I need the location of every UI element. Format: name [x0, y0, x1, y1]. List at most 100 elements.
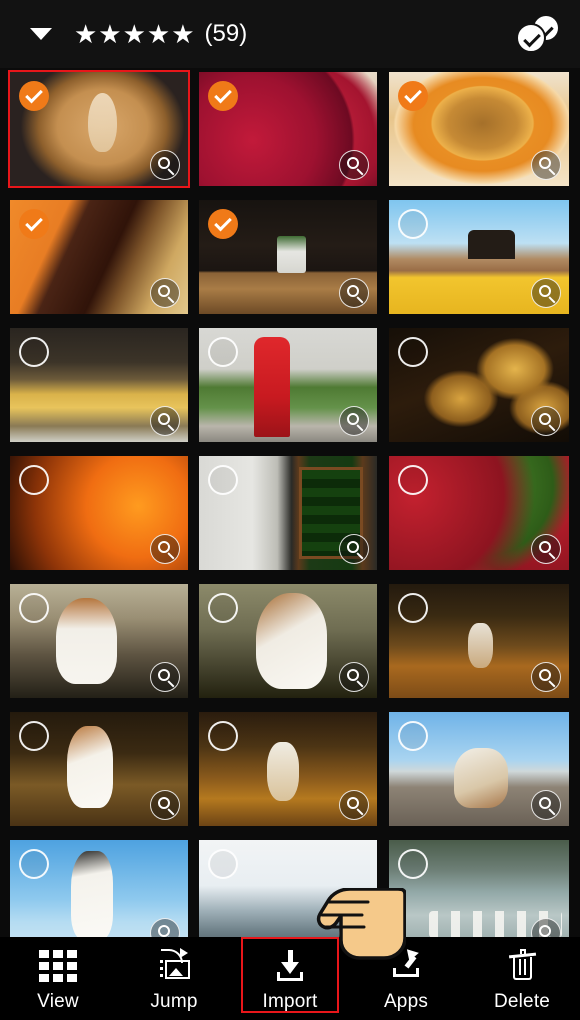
magnifier-icon[interactable]	[531, 406, 561, 436]
photo-tile[interactable]	[389, 456, 569, 570]
chevron-down-icon[interactable]	[30, 28, 52, 40]
photo-tile[interactable]	[10, 200, 188, 314]
magnifier-icon[interactable]	[150, 278, 180, 308]
bottom-toolbar: View Jump Import Apps Delete	[0, 937, 580, 1020]
photo-tile[interactable]	[8, 70, 190, 188]
empty-circle-icon[interactable]	[208, 337, 238, 367]
toolbar-button-apps[interactable]: Apps	[348, 937, 464, 1020]
photo-tile[interactable]	[389, 200, 569, 314]
check-circle-icon[interactable]	[398, 81, 428, 111]
photo-tile[interactable]	[389, 584, 569, 698]
magnifier-icon[interactable]	[339, 662, 369, 692]
photo-tile[interactable]	[389, 72, 569, 186]
magnifier-icon[interactable]	[150, 406, 180, 436]
magnifier-icon[interactable]	[339, 790, 369, 820]
photo-grid[interactable]	[0, 68, 580, 937]
magnifier-handle	[548, 296, 556, 304]
magnifier-icon[interactable]	[339, 150, 369, 180]
magnifier-icon[interactable]	[531, 534, 561, 564]
magnifier-handle	[356, 552, 364, 560]
photo-tile[interactable]	[199, 328, 377, 442]
magnifier-icon[interactable]	[531, 790, 561, 820]
empty-circle-icon[interactable]	[19, 593, 49, 623]
magnifier-icon[interactable]	[150, 790, 180, 820]
toolbar-button-label: Delete	[493, 991, 551, 1012]
star-rating[interactable]: ★★★★★ (59)	[74, 21, 247, 47]
toolbar-button-label: Apps	[383, 991, 429, 1012]
magnifier-handle	[167, 552, 175, 560]
check-circle-icon[interactable]	[208, 81, 238, 111]
empty-circle-icon[interactable]	[19, 721, 49, 751]
magnifier-icon[interactable]	[531, 278, 561, 308]
photo-grid-row	[0, 708, 580, 836]
magnifier-icon[interactable]	[339, 406, 369, 436]
magnifier-handle	[356, 808, 364, 816]
magnifier-handle	[167, 680, 175, 688]
magnifier-handle	[548, 680, 556, 688]
empty-circle-icon[interactable]	[398, 465, 428, 495]
photo-tile[interactable]	[10, 712, 188, 826]
toolbar-button-label: Import	[262, 991, 318, 1012]
share-icon	[384, 946, 428, 986]
photo-tile[interactable]	[10, 328, 188, 442]
toolbar-button-jump[interactable]: Jump	[116, 937, 232, 1020]
empty-circle-icon[interactable]	[398, 337, 428, 367]
star-rating-value: ★★★★★	[74, 19, 196, 49]
magnifier-handle	[167, 296, 175, 304]
magnifier-icon[interactable]	[150, 150, 180, 180]
empty-circle-icon[interactable]	[19, 465, 49, 495]
magnifier-handle	[548, 424, 556, 432]
photo-grid-row	[0, 68, 580, 196]
photo-grid-row	[0, 580, 580, 708]
photo-tile[interactable]	[10, 584, 188, 698]
magnifier-handle	[356, 680, 364, 688]
photo-tile[interactable]	[199, 200, 377, 314]
photo-tile[interactable]	[10, 840, 188, 937]
magnifier-handle	[548, 168, 556, 176]
magnifier-handle	[356, 424, 364, 432]
check-circle-icon[interactable]	[19, 81, 49, 111]
jump-to-image-icon	[152, 946, 196, 986]
magnifier-handle	[356, 168, 364, 176]
magnifier-handle	[548, 936, 556, 937]
photo-tile[interactable]	[389, 840, 569, 937]
toolbar-button-label: Jump	[150, 991, 198, 1012]
empty-circle-icon[interactable]	[208, 721, 238, 751]
magnifier-handle	[167, 424, 175, 432]
empty-circle-icon[interactable]	[398, 209, 428, 239]
magnifier-handle	[356, 296, 364, 304]
photo-tile[interactable]	[10, 456, 188, 570]
toolbar-button-delete[interactable]: Delete	[464, 937, 580, 1020]
check-circle-icon[interactable]	[208, 209, 238, 239]
photo-tile[interactable]	[199, 456, 377, 570]
toolbar-button-label: View	[37, 991, 79, 1012]
photo-tile[interactable]	[199, 584, 377, 698]
empty-circle-icon[interactable]	[398, 849, 428, 879]
empty-circle-icon[interactable]	[208, 465, 238, 495]
photo-tile[interactable]	[389, 712, 569, 826]
magnifier-icon[interactable]	[339, 278, 369, 308]
empty-circle-icon[interactable]	[398, 721, 428, 751]
empty-circle-icon[interactable]	[19, 337, 49, 367]
trash-icon	[500, 946, 544, 986]
magnifier-icon[interactable]	[531, 662, 561, 692]
photo-tile[interactable]	[389, 328, 569, 442]
toolbar-button-import[interactable]: Import	[232, 937, 348, 1020]
empty-circle-icon[interactable]	[398, 593, 428, 623]
empty-circle-icon[interactable]	[19, 849, 49, 879]
toolbar-button-view[interactable]: View	[0, 937, 116, 1020]
photo-tile[interactable]	[199, 712, 377, 826]
photo-tile[interactable]	[199, 840, 377, 937]
empty-circle-icon[interactable]	[208, 593, 238, 623]
photo-tile[interactable]	[199, 72, 377, 186]
empty-circle-icon[interactable]	[208, 849, 238, 879]
magnifier-icon[interactable]	[339, 534, 369, 564]
check-circle-icon[interactable]	[19, 209, 49, 239]
select-all-check-icon[interactable]	[514, 14, 558, 54]
magnifier-handle	[167, 168, 175, 176]
download-icon	[268, 946, 312, 986]
magnifier-icon[interactable]	[150, 534, 180, 564]
magnifier-icon[interactable]	[531, 150, 561, 180]
magnifier-icon[interactable]	[150, 662, 180, 692]
magnifier-handle	[548, 552, 556, 560]
